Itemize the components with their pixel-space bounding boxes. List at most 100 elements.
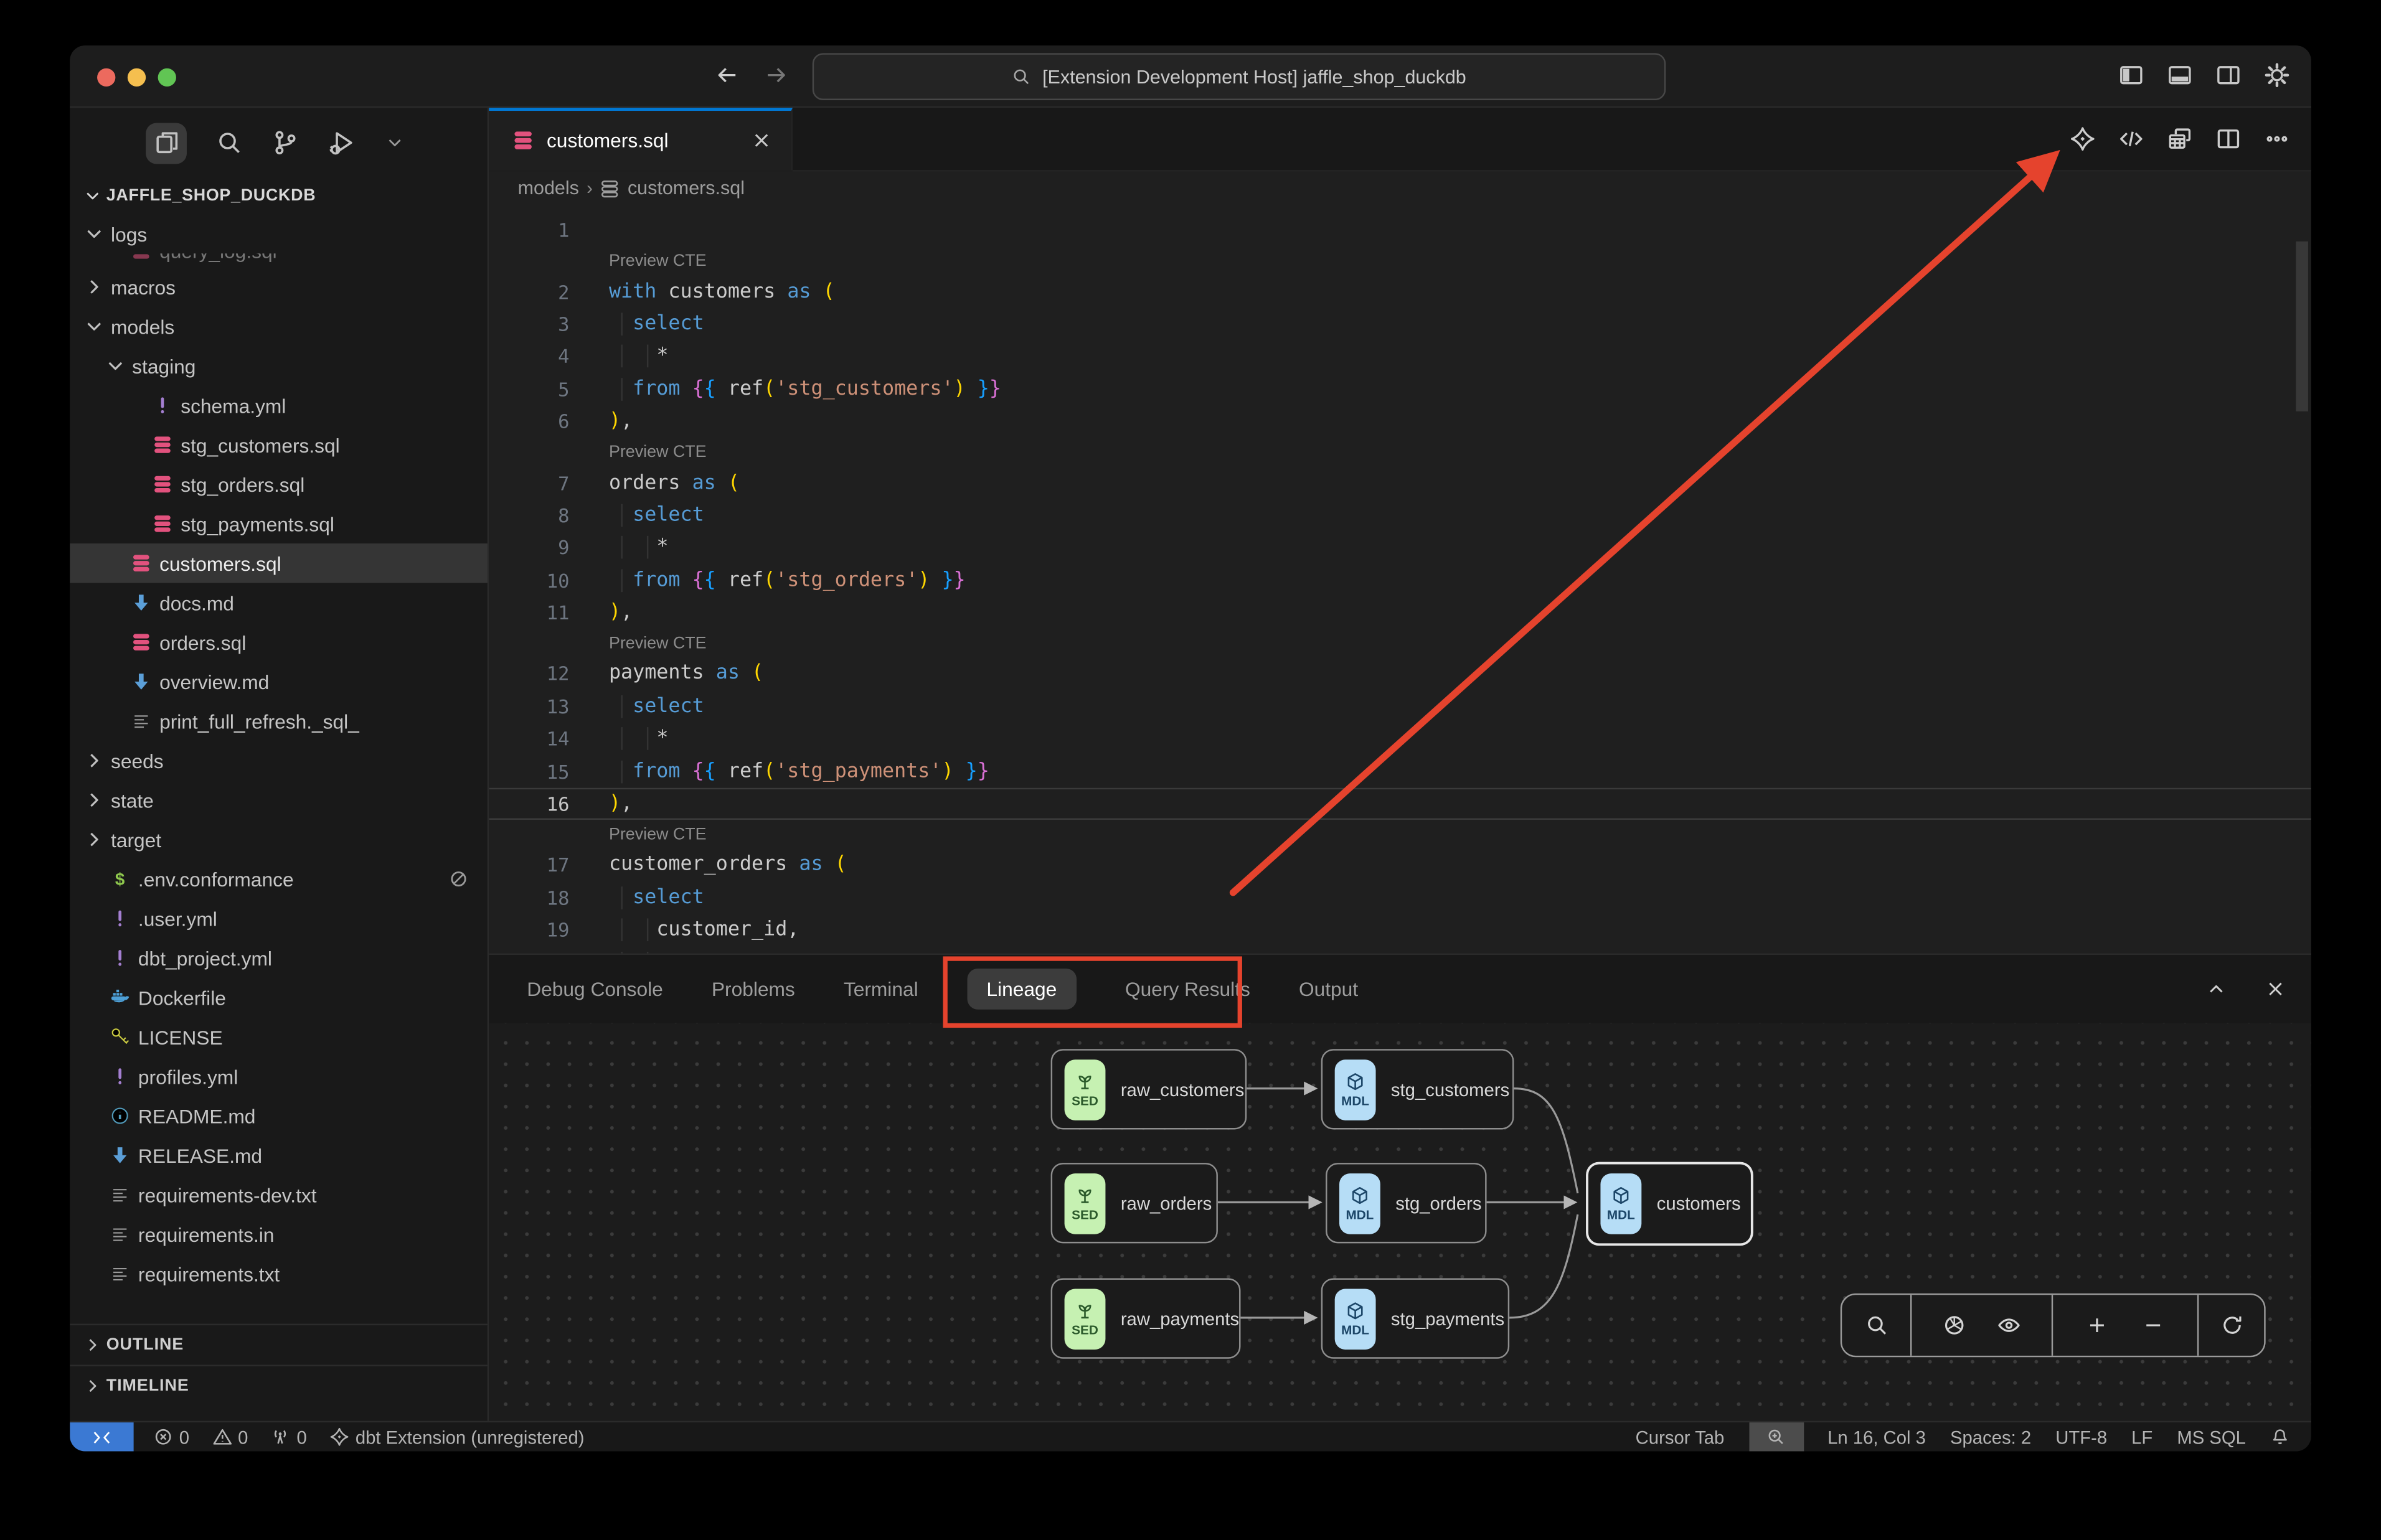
panel-close-icon[interactable] [2264,978,2287,1001]
tree-item-dbt-project-yml[interactable]: dbt_project.yml [70,938,488,977]
panel-maximize-icon[interactable] [2205,978,2228,1001]
tree-item-query-log-sql[interactable]: query_log.sql [70,253,488,267]
panel-tab-lineage[interactable]: Lineage [967,969,1077,1010]
close-traffic-light[interactable] [97,68,115,87]
panel-tab-query-results[interactable]: Query Results [1125,978,1250,1001]
tree-item--user-yml[interactable]: .user.yml [70,899,488,938]
lineage-canvas[interactable]: SEDraw_customersMDLstg_customersSEDraw_o… [489,1023,2311,1421]
activity-explorer[interactable] [146,122,187,163]
lineage-node-customers[interactable]: MDLcustomers [1587,1163,1753,1245]
panel-tab-debug-console[interactable]: Debug Console [527,978,663,1001]
remote-indicator[interactable] [70,1422,133,1451]
code-line-20[interactable]: 20 min(order_date) as first_order, [489,946,2311,953]
statusbar-errors-count[interactable]: 0 [153,1426,189,1447]
run-debug-icon[interactable] [328,129,356,156]
layout-panel-icon[interactable] [2167,62,2192,88]
codelens-preview-cte[interactable]: Preview CTE [489,629,2311,657]
tree-item-seeds[interactable]: seeds [70,741,488,780]
tree-item-stg-customers-sql[interactable]: stg_customers.sql [70,425,488,464]
code-line-9[interactable]: 9 * [489,532,2311,564]
tree-item-orders-sql[interactable]: orders.sql [70,622,488,662]
code-line-11[interactable]: 11), [489,596,2311,629]
panel-tab-output[interactable]: Output [1299,978,1358,1001]
split-editor-icon[interactable] [2215,126,2241,151]
statusbar-cursor-position[interactable]: Ln 16, Col 3 [1827,1426,1926,1447]
editor-scrollbar[interactable] [2296,242,2308,411]
code-line-17[interactable]: 17customer_orders as ( [489,849,2311,881]
code-line-1[interactable]: 1 [489,214,2311,246]
tree-item-dockerfile[interactable]: Dockerfile [70,978,488,1017]
aperture-icon[interactable] [1942,1313,1966,1338]
panel-tab-terminal[interactable]: Terminal [844,978,918,1001]
tree-item-staging[interactable]: staging [70,346,488,385]
tree-item-readme-md[interactable]: README.md [70,1096,488,1135]
statusbar-indentation[interactable]: Spaces: 2 [1950,1426,2031,1447]
source-control-icon[interactable] [272,129,299,156]
settings-gear-icon[interactable] [2264,62,2289,88]
forward-arrow-icon[interactable] [764,62,790,88]
zoom-in-icon[interactable] [2085,1313,2109,1338]
timeline-section[interactable]: TIMELINE [70,1364,488,1406]
lineage-node-stg_payments[interactable]: MDLstg_payments [1321,1278,1509,1358]
query-results-icon[interactable] [2167,126,2192,151]
codelens-preview-cte[interactable]: Preview CTE [489,820,2311,849]
code-line-2[interactable]: 2with customers as ( [489,275,2311,308]
code-line-5[interactable]: 5 from {{ ref('stg_customers') }} [489,373,2311,405]
more-actions-icon[interactable] [2264,126,2289,151]
statusbar-zoom-indicator[interactable] [1748,1422,1803,1451]
layout-sidebar-icon[interactable] [2118,62,2144,88]
breadcrumb-models[interactable]: models [518,177,579,199]
code-line-15[interactable]: 15 from {{ ref('stg_payments') }} [489,755,2311,787]
layout-split-icon[interactable] [2215,62,2241,88]
tab-customers-sql[interactable]: customers.sql [489,108,793,170]
tree-item-release-md[interactable]: RELEASE.md [70,1135,488,1175]
tree-item-customers-sql[interactable]: customers.sql [70,543,488,583]
code-line-7[interactable]: 7orders as ( [489,467,2311,499]
statusbar-encoding[interactable]: UTF-8 [2055,1426,2107,1447]
panel-tab-problems[interactable]: Problems [712,978,795,1001]
code-view-icon[interactable] [2118,126,2144,151]
tree-item-stg-payments-sql[interactable]: stg_payments.sql [70,504,488,543]
statusbar-language-mode[interactable]: MS SQL [2177,1426,2246,1447]
statusbar-warnings-count[interactable]: 0 [212,1426,248,1447]
tree-item-docs-md[interactable]: docs.md [70,583,488,622]
breadcrumb-file[interactable]: customers.sql [628,177,745,199]
lineage-node-stg_customers[interactable]: MDLstg_customers [1321,1049,1514,1129]
zoom-out-icon[interactable] [2141,1313,2166,1338]
tree-item-overview-md[interactable]: overview.md [70,662,488,701]
code-line-6[interactable]: 6), [489,405,2311,438]
explorer-header[interactable]: JAFFLE_SHOP_DUCKDB [70,177,488,214]
codelens-preview-cte[interactable]: Preview CTE [489,246,2311,275]
tree-item-requirements-dev-txt[interactable]: requirements-dev.txt [70,1175,488,1214]
search-icon[interactable] [1864,1313,1888,1338]
outline-section[interactable]: OUTLINE [70,1324,488,1365]
lineage-node-raw_customers[interactable]: SEDraw_customers [1051,1049,1247,1129]
tree-item-requirements-in[interactable]: requirements.in [70,1214,488,1254]
code-line-19[interactable]: 19 customer_id, [489,914,2311,946]
code-editor[interactable]: 1Preview CTE2with customers as (3 select… [489,205,2311,953]
code-line-10[interactable]: 10 from {{ ref('stg_orders') }} [489,564,2311,596]
code-line-4[interactable]: 4 * [489,340,2311,373]
minimize-traffic-light[interactable] [128,68,146,87]
statusbar-ports-count[interactable]: 0 [271,1426,307,1447]
tree-item-models[interactable]: models [70,307,488,346]
codelens-preview-cte[interactable]: Preview CTE [489,438,2311,466]
code-line-13[interactable]: 13 select [489,690,2311,723]
statusbar-eol[interactable]: LF [2131,1426,2152,1447]
maximize-traffic-light[interactable] [158,68,176,87]
code-line-8[interactable]: 8 select [489,499,2311,532]
tree-item--env-conformance[interactable]: $.env.conformance [70,859,488,898]
statusbar-notifications-bell[interactable] [2270,1427,2290,1447]
tree-item-state[interactable]: state [70,781,488,820]
tree-item-schema-yml[interactable]: schema.yml [70,385,488,425]
tree-item-logs[interactable]: logs [70,214,488,253]
tree-item-print-full-refresh-sql-[interactable]: print_full_refresh._sql_ [70,702,488,741]
code-line-14[interactable]: 14 * [489,723,2311,755]
tree-item-macros[interactable]: macros [70,267,488,306]
statusbar-dbt-extension-status[interactable]: dbt Extension (unregistered) [329,1426,584,1447]
activity-search-icon[interactable] [215,129,243,156]
tree-item-requirements-txt[interactable]: requirements.txt [70,1254,488,1293]
refresh-icon[interactable] [2219,1313,2243,1338]
eye-icon[interactable] [1997,1313,2021,1338]
tree-item-profiles-yml[interactable]: profiles.yml [70,1056,488,1096]
